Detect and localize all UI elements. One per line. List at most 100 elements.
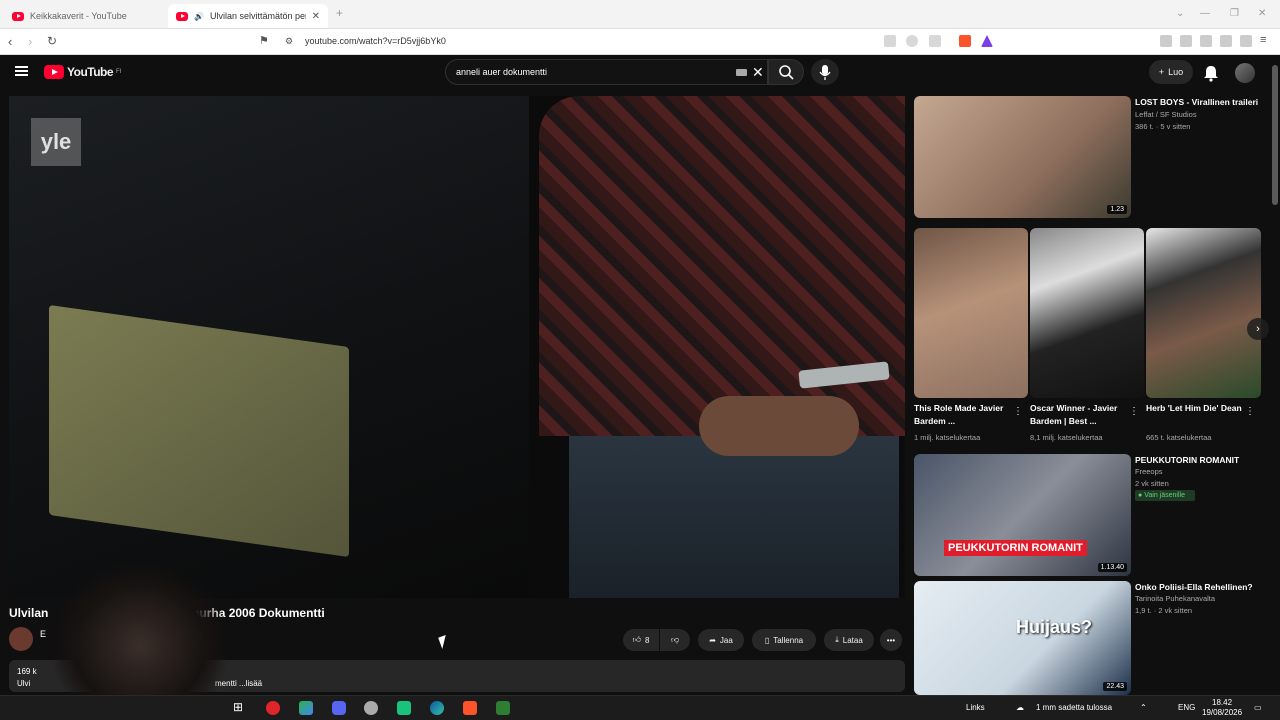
search-box[interactable]: anneli auer dokumentti ✕	[445, 59, 768, 85]
channel-name[interactable]: E	[40, 629, 46, 639]
bookmark-icon[interactable]: ⚑	[259, 34, 269, 47]
zoom-icon[interactable]	[906, 35, 918, 47]
translate-icon[interactable]	[884, 35, 896, 47]
dislike-button[interactable]: 👎︎	[660, 629, 690, 651]
video-thumbnail[interactable]: PEUKKUTORIN ROMANIT 1.13.40	[914, 454, 1131, 576]
tab-list-icon[interactable]: ⌄	[1176, 8, 1184, 19]
brave-icon[interactable]	[463, 701, 477, 715]
back-icon[interactable]: ‹	[8, 34, 12, 49]
video-legs-shape	[569, 436, 899, 598]
reload-icon[interactable]: ↻	[47, 34, 57, 48]
more-vertical-icon[interactable]: ⋮	[1129, 406, 1139, 417]
more-actions-button[interactable]: •••	[880, 629, 902, 651]
channel-avatar[interactable]	[9, 627, 33, 651]
browser-tab-active[interactable]: 🔊 Ulvilan selvittämätön perhee ✕	[168, 4, 328, 28]
sidebar-video-channel[interactable]: Leffat / SF Studios	[1135, 109, 1197, 121]
task-view-icon[interactable]: ⊞	[233, 700, 247, 714]
clock-time[interactable]: 18.42	[1212, 698, 1232, 707]
site-info-icon[interactable]: ⚙	[285, 36, 293, 47]
next-shorts-icon[interactable]: ›	[1247, 318, 1269, 340]
short-views: 665 t. katselukertaa	[1146, 433, 1212, 442]
members-only-badge: ● Vain jäsenille	[1135, 490, 1195, 501]
account-avatar[interactable]	[1235, 63, 1255, 83]
sidebar-icon[interactable]	[1180, 35, 1192, 47]
notification-center-icon[interactable]: ▭	[1254, 703, 1262, 712]
vpn-icon[interactable]	[1240, 35, 1252, 47]
maximize-icon[interactable]: ❐	[1230, 8, 1239, 19]
mouse-cursor-icon	[438, 634, 450, 650]
duration-badge: 1.13.40	[1097, 563, 1127, 572]
short-title[interactable]: Herb 'Let Him Die' Dean	[1146, 402, 1244, 415]
like-button[interactable]: 👍︎ 8	[623, 629, 659, 651]
sidebar-video-meta: 2 vk sitten	[1135, 479, 1169, 488]
media-icon[interactable]	[1160, 35, 1172, 47]
youtube-favicon-icon	[176, 11, 188, 21]
page-scrollbar[interactable]	[1270, 55, 1280, 695]
scrollbar-thumb[interactable]	[1272, 65, 1278, 205]
description-views: 169 k	[17, 667, 37, 676]
search-input[interactable]: anneli auer dokumentti	[456, 67, 547, 77]
keyboard-icon[interactable]	[736, 69, 747, 76]
cast-icon[interactable]	[929, 35, 941, 47]
edge-icon[interactable]	[430, 701, 444, 715]
app-icon[interactable]	[397, 701, 411, 715]
voice-search-button[interactable]	[811, 59, 839, 85]
app-icon[interactable]	[496, 701, 510, 715]
short-title[interactable]: This Role Made Javier Bardem ...	[914, 402, 1009, 428]
leo-icon[interactable]	[1220, 35, 1232, 47]
thumbnail-text: PEUKKUTORIN ROMANIT	[944, 540, 1087, 556]
brave-rewards-icon[interactable]	[981, 35, 993, 47]
forward-icon[interactable]: ›	[28, 34, 32, 49]
sidebar-video-channel[interactable]: Freeops	[1135, 466, 1163, 478]
search-button[interactable]	[768, 59, 804, 85]
language-indicator[interactable]: ENG	[1178, 703, 1195, 712]
short-title[interactable]: Oscar Winner - Javier Bardem | Best ...	[1030, 402, 1128, 428]
app-icon[interactable]	[299, 701, 313, 715]
save-button[interactable]: ▯ Tallenna	[752, 629, 816, 651]
address-bar: ‹ › ↻ ⚑ ⚙ youtube.com/watch?v=rD5vjj6bYk…	[0, 29, 1280, 55]
create-button[interactable]: + Luo	[1149, 60, 1193, 84]
close-tab-icon[interactable]: ✕	[312, 11, 320, 22]
clock-date[interactable]: 19/08/2026	[1202, 708, 1242, 717]
notifications-bell-icon[interactable]	[1203, 64, 1219, 82]
share-label: Jaa	[719, 635, 733, 645]
wallet-icon[interactable]	[1200, 35, 1212, 47]
more-vertical-icon[interactable]: ⋮	[1245, 406, 1255, 417]
video-thumbnail[interactable]: Huijaus? 22.43	[914, 581, 1131, 695]
brave-shields-icon[interactable]	[959, 35, 971, 47]
links-toolbar[interactable]: Links	[966, 703, 985, 712]
hamburger-menu-icon[interactable]	[15, 66, 28, 76]
minimize-icon[interactable]: —	[1200, 8, 1210, 19]
short-thumbnail[interactable]	[1030, 228, 1144, 398]
discord-icon[interactable]	[332, 701, 346, 715]
plus-icon: +	[1158, 67, 1165, 77]
bookmark-save-icon: ▯	[764, 635, 770, 645]
tray-chevron-icon[interactable]: ⌃	[1140, 703, 1147, 712]
url-field[interactable]: youtube.com/watch?v=rD5vjj6bYk0	[305, 36, 446, 46]
clear-search-icon[interactable]: ✕	[752, 64, 764, 81]
short-thumbnail[interactable]	[914, 228, 1028, 398]
description-line: Ulvi	[17, 679, 31, 688]
app-icon[interactable]	[364, 701, 378, 715]
sidebar-video-channel[interactable]: Tarinoita Puhekanavalta	[1135, 593, 1215, 605]
weather-icon[interactable]: ☁	[1016, 703, 1024, 712]
download-button[interactable]: ⤓ Lataa	[824, 629, 874, 651]
youtube-favicon-icon	[12, 11, 24, 21]
browser-tab[interactable]: Keikkakaverit - YouTube	[4, 4, 164, 28]
webcam-overlay	[55, 565, 225, 700]
weather-text[interactable]: 1 mm sadetta tulossa	[1036, 703, 1112, 712]
video-hand-shape	[699, 396, 859, 456]
video-player[interactable]: yle	[9, 96, 905, 598]
opera-icon[interactable]	[266, 701, 280, 715]
share-button[interactable]: ➦ Jaa	[698, 629, 744, 651]
sidebar-video-title[interactable]: LOST BOYS - Virallinen traileri	[1135, 96, 1258, 109]
thumbnail-text: Huijaus?	[1016, 617, 1093, 637]
thumbs-down-icon: 👎︎	[670, 635, 680, 644]
more-vertical-icon[interactable]: ⋮	[1013, 406, 1023, 417]
short-thumbnail[interactable]	[1146, 228, 1261, 398]
close-window-icon[interactable]: ✕	[1258, 8, 1266, 19]
menu-icon[interactable]: ≡	[1260, 34, 1266, 46]
new-tab-icon[interactable]: +	[336, 6, 343, 20]
youtube-logo[interactable]: YouTube FI	[44, 65, 121, 79]
video-thumbnail[interactable]: 1.23	[914, 96, 1131, 218]
